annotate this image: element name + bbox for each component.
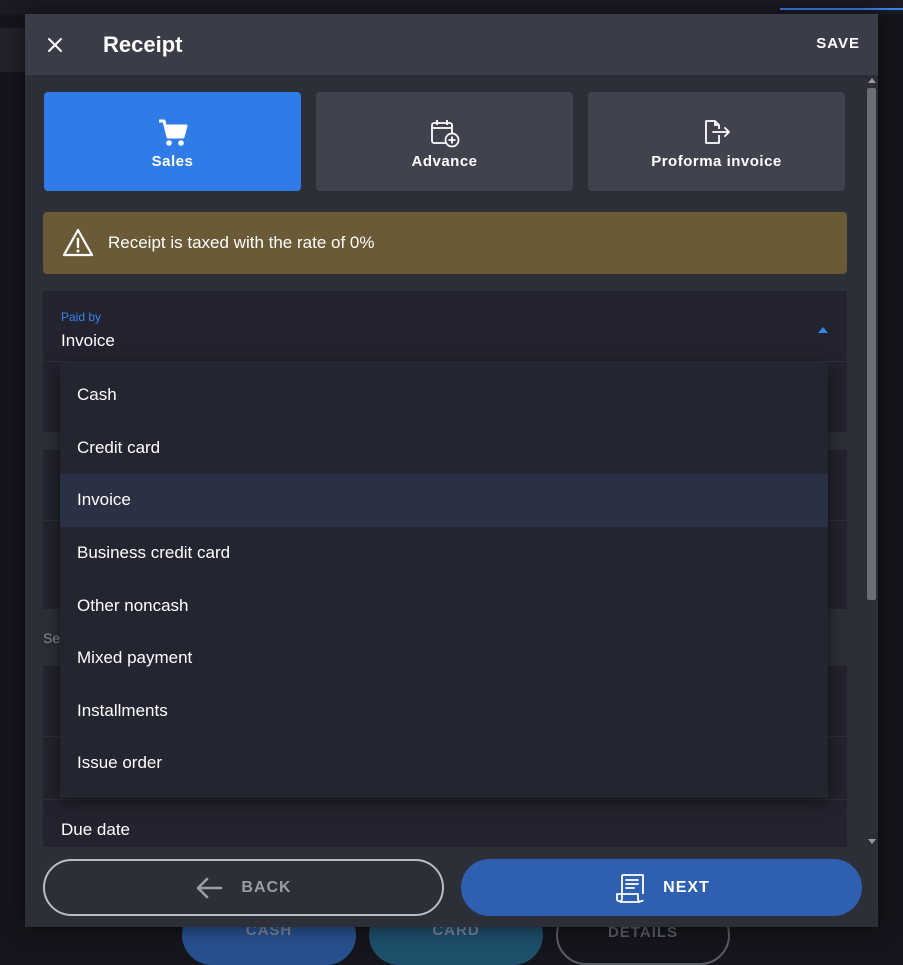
close-button[interactable]	[41, 31, 69, 59]
background-accent-line	[780, 8, 903, 10]
menu-item-mixed-payment[interactable]: Mixed payment	[60, 632, 828, 685]
tax-warning-text: Receipt is taxed with the rate of 0%	[108, 233, 375, 252]
paid-by-value: Invoice	[61, 331, 115, 350]
next-label: NEXT	[663, 878, 710, 896]
arrow-left-icon	[197, 877, 223, 898]
section-label: Se	[43, 630, 61, 646]
receipt-icon	[616, 873, 645, 903]
cart-icon	[158, 119, 187, 146]
close-icon	[48, 38, 62, 52]
menu-item-other-noncash[interactable]: Other noncash	[60, 579, 828, 632]
background-band	[0, 28, 25, 72]
type-advance-label: Advance	[411, 152, 478, 170]
due-date-field[interactable]: Due date	[43, 800, 847, 847]
background-topbar	[0, 0, 903, 14]
tax-warning-banner: Receipt is taxed with the rate of 0%	[43, 212, 847, 274]
menu-item-issue-order[interactable]: Issue order	[60, 737, 828, 790]
type-sales-button[interactable]: Sales	[44, 92, 301, 191]
type-advance-button[interactable]: Advance	[316, 92, 573, 191]
receipt-type-selector: Sales Advance Proforma invoice	[44, 92, 845, 191]
dialog-header: Receipt SAVE	[25, 14, 878, 75]
paid-by-select[interactable]: Paid by Invoice	[43, 291, 847, 362]
menu-item-credit-card[interactable]: Credit card	[60, 422, 828, 475]
dialog-title: Receipt	[103, 32, 183, 57]
paid-by-label: Paid by	[61, 310, 102, 324]
scrollbar-thumb[interactable]	[867, 88, 876, 600]
due-date-label: Due date	[61, 820, 130, 839]
dialog-content[interactable]: Sales Advance Proforma invoice Receipt i…	[25, 75, 878, 847]
scroll-up-icon[interactable]	[868, 78, 876, 83]
menu-item-installments[interactable]: Installments	[60, 685, 828, 738]
document-export-icon	[704, 119, 730, 144]
scroll-down-icon[interactable]	[868, 839, 876, 844]
calendar-plus-icon	[430, 119, 459, 147]
scrollbar[interactable]	[865, 75, 878, 847]
next-button[interactable]: NEXT	[461, 859, 862, 916]
menu-item-invoice[interactable]: Invoice	[60, 474, 828, 527]
type-proforma-button[interactable]: Proforma invoice	[588, 92, 845, 191]
receipt-dialog: Receipt SAVE Sales Advance Proforma invo…	[25, 14, 878, 927]
paid-by-dropdown-menu: Cash Credit card Invoice Business credit…	[60, 362, 828, 798]
type-sales-label: Sales	[151, 152, 194, 170]
type-proforma-label: Proforma invoice	[651, 152, 782, 170]
menu-item-business-credit-card[interactable]: Business credit card	[60, 527, 828, 580]
save-button[interactable]: SAVE	[816, 35, 860, 52]
chevron-up-icon[interactable]	[818, 327, 828, 333]
dialog-footer: BACK NEXT	[25, 847, 878, 927]
menu-item-cash[interactable]: Cash	[60, 369, 828, 422]
back-label: BACK	[241, 878, 292, 896]
back-button[interactable]: BACK	[43, 859, 444, 916]
warning-icon	[62, 228, 94, 258]
